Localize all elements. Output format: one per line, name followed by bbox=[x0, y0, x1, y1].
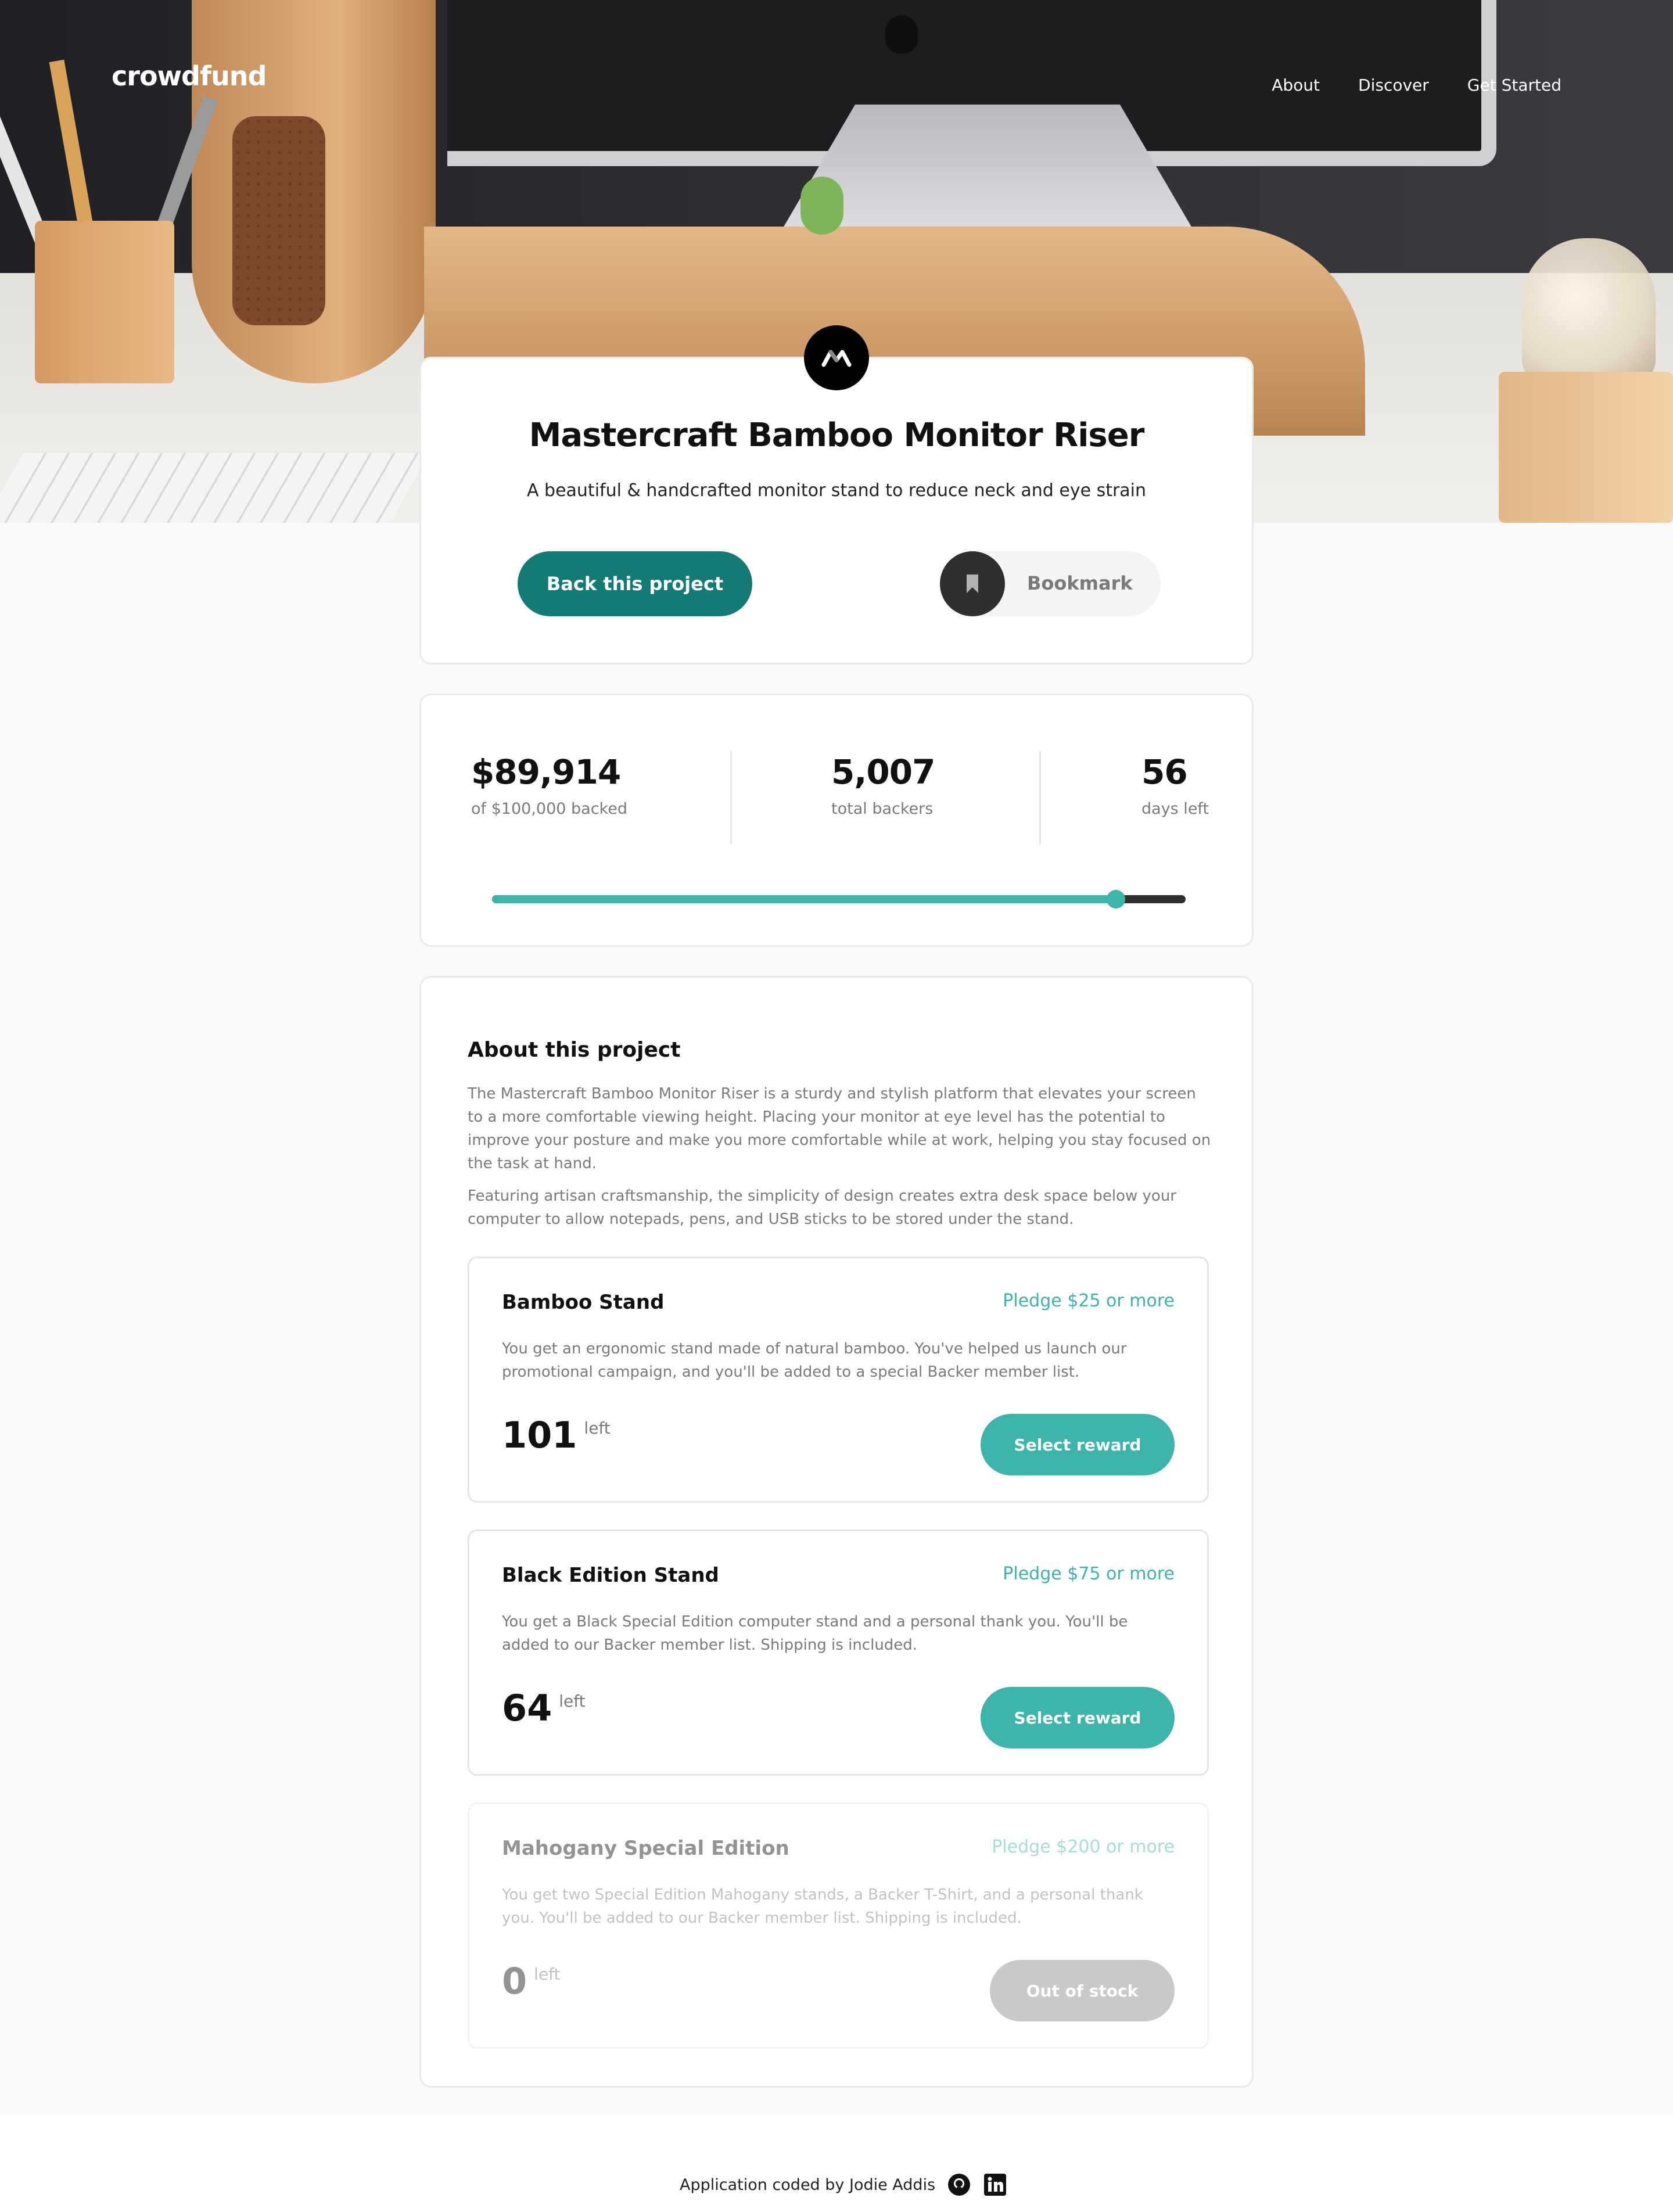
reward-pledge: Pledge $200 or more bbox=[992, 1837, 1175, 1857]
footer: Application coded by Jodie Addis bbox=[0, 2114, 1673, 2212]
main-nav: About Discover Get Started bbox=[1272, 76, 1561, 95]
about-card: About this project The Mastercraft Bambo… bbox=[419, 976, 1254, 2088]
stat-backers: 5,007 total backers bbox=[831, 752, 935, 818]
days-label: days left bbox=[1141, 800, 1209, 818]
reward-stock: 101 left bbox=[502, 1414, 611, 1456]
backed-amount: $89,914 bbox=[471, 752, 621, 792]
out-of-stock-button: Out of stock bbox=[990, 1960, 1175, 2021]
backers-label: total backers bbox=[831, 800, 934, 818]
backed-label: of $100,000 backed bbox=[471, 800, 627, 818]
reward-left-label: left bbox=[534, 1965, 561, 1984]
reward-stock: 0 left bbox=[502, 1960, 561, 2002]
reward-description: You get a Black Special Edition computer… bbox=[502, 1613, 1128, 1654]
project-title: Mastercraft Bamboo Monitor Riser bbox=[529, 416, 1145, 454]
days-count: 56 bbox=[1141, 752, 1188, 792]
footer-credit: Application coded by Jodie Addis bbox=[680, 2175, 936, 2194]
back-project-button[interactable]: Back this project bbox=[518, 551, 752, 616]
progress-knob bbox=[1106, 890, 1125, 909]
bookmark-icon-circle bbox=[940, 551, 1005, 616]
mastercraft-logo-icon bbox=[804, 325, 869, 390]
reward-card: Black Edition Stand Pledge $75 or more Y… bbox=[468, 1529, 1209, 1776]
select-reward-button[interactable]: Select reward bbox=[981, 1687, 1175, 1748]
bookmark-label: Bookmark bbox=[1027, 572, 1133, 594]
stats-card: $89,914 of $100,000 backed 5,007 total b… bbox=[419, 694, 1254, 947]
about-paragraph-1: The Mastercraft Bamboo Monitor Riser is … bbox=[468, 1085, 1211, 1172]
github-icon[interactable] bbox=[947, 2172, 971, 2197]
reward-left-count: 0 bbox=[502, 1960, 527, 2002]
reward-name: Mahogany Special Edition bbox=[502, 1837, 789, 1860]
reward-card-out-of-stock: Mahogany Special Edition Pledge $200 or … bbox=[468, 1802, 1209, 2049]
linkedin-icon[interactable] bbox=[983, 2172, 1007, 2197]
reward-description: You get two Special Edition Mahogany sta… bbox=[502, 1886, 1143, 1927]
reward-card: Bamboo Stand Pledge $25 or more You get … bbox=[468, 1256, 1209, 1503]
about-heading: About this project bbox=[468, 1038, 681, 1062]
backers-count: 5,007 bbox=[831, 752, 935, 792]
project-header-card: Mastercraft Bamboo Monitor Riser A beaut… bbox=[419, 357, 1254, 665]
site-logo[interactable]: crowdfund bbox=[112, 60, 267, 92]
bookmark-icon bbox=[967, 574, 978, 593]
nav-about[interactable]: About bbox=[1272, 76, 1320, 95]
stat-divider bbox=[730, 751, 732, 844]
reward-left-label: left bbox=[559, 1692, 586, 1711]
footer-credit-row: Application coded by Jodie Addis bbox=[680, 2172, 1007, 2197]
reward-left-count: 64 bbox=[502, 1687, 552, 1729]
nav-get-started[interactable]: Get Started bbox=[1467, 76, 1561, 95]
reward-stock: 64 left bbox=[502, 1687, 586, 1729]
reward-left-label: left bbox=[584, 1419, 611, 1438]
reward-description: You get an ergonomic stand made of natur… bbox=[502, 1340, 1127, 1381]
reward-left-count: 101 bbox=[502, 1414, 577, 1456]
select-reward-button[interactable]: Select reward bbox=[981, 1414, 1175, 1475]
stat-backed: $89,914 of $100,000 backed bbox=[471, 752, 627, 818]
nav-discover[interactable]: Discover bbox=[1358, 76, 1429, 95]
bookmark-button[interactable]: Bookmark bbox=[940, 551, 1161, 616]
apple-logo-icon bbox=[885, 15, 918, 53]
reward-pledge: Pledge $25 or more bbox=[1003, 1291, 1175, 1311]
progress-fill bbox=[492, 895, 1116, 903]
reward-name: Bamboo Stand bbox=[502, 1291, 665, 1314]
about-paragraph-2: Featuring artisan craftsmanship, the sim… bbox=[468, 1187, 1176, 1228]
reward-name: Black Edition Stand bbox=[502, 1564, 719, 1587]
reward-pledge: Pledge $75 or more bbox=[1003, 1564, 1175, 1584]
progress-bar bbox=[492, 890, 1186, 909]
project-subtitle: A beautiful & handcrafted monitor stand … bbox=[526, 480, 1147, 501]
stat-divider bbox=[1039, 751, 1041, 844]
stat-days: 56 days left bbox=[1141, 752, 1209, 818]
